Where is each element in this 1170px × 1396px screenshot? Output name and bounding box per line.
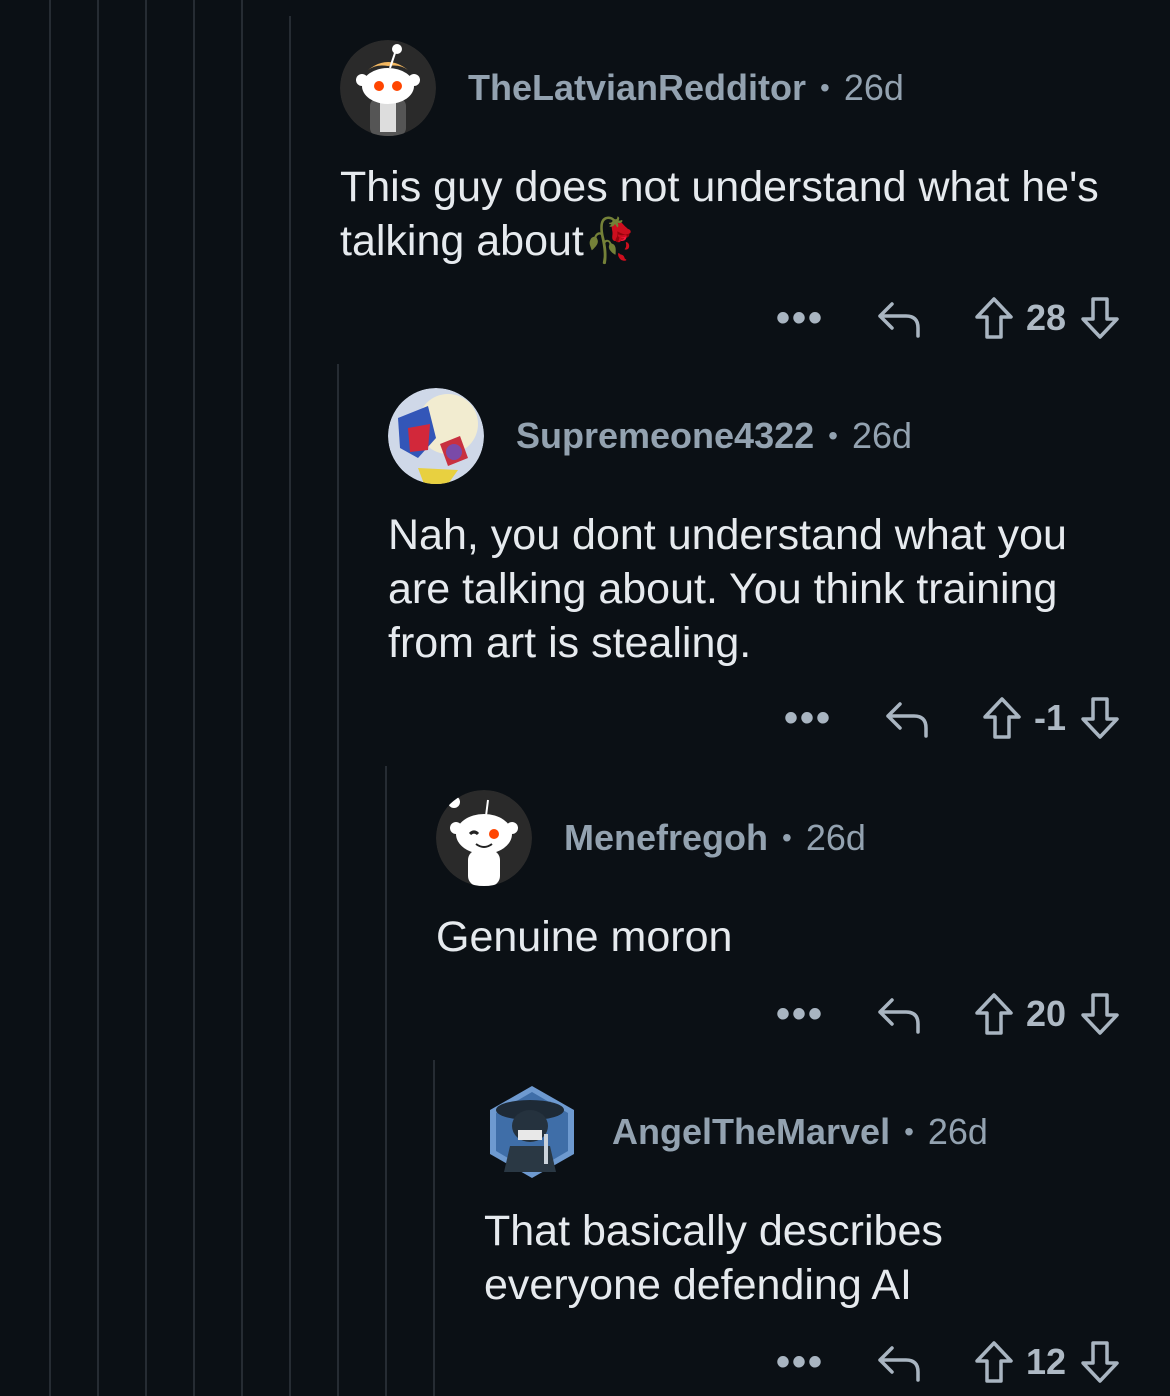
reply-icon[interactable] [876,1342,922,1382]
downvote-icon[interactable] [1080,992,1120,1036]
thread-line [337,364,339,1396]
username[interactable]: Menefregoh [564,817,768,859]
reply-icon[interactable] [876,994,922,1034]
comment-meta: AngelTheMarvel • 26d [612,1111,988,1153]
separator-dot: • [828,420,838,451]
thread-line [433,1060,435,1396]
more-options-icon[interactable]: ••• [784,698,832,738]
comment-body: Nah, you dont understand what you are ta… [388,508,1128,670]
comment-header: TheLatvianRedditor • 26d [340,40,904,136]
thread-line [193,0,195,1396]
comment-body: This guy does not understand what he's t… [340,160,1120,268]
vote-score: 12 [1025,1341,1066,1382]
thread-line [97,0,99,1396]
upvote-icon[interactable] [974,992,1014,1036]
comment-age: 26d [843,67,904,108]
downvote-icon[interactable] [1080,1340,1120,1384]
wilted-rose-emoji: 🥀 [583,217,638,265]
downvote-icon[interactable] [1080,296,1120,340]
reply-icon[interactable] [876,298,922,338]
comment-text: Nah, you dont understand what you are ta… [388,511,1067,667]
snoo-avatar-icon[interactable] [340,40,436,136]
alien-avatar-icon[interactable] [484,1084,580,1180]
thread-line [145,0,147,1396]
comment-actions: ••• 28 [776,296,1120,340]
comment-text: This guy does not understand what he's t… [340,163,1099,265]
more-options-icon[interactable]: ••• [776,298,824,338]
username[interactable]: Supremeone4322 [516,415,814,457]
comment-age: 26d [927,1111,988,1152]
reply-icon[interactable] [884,698,930,738]
thread-line [385,766,387,1396]
downvote-icon[interactable] [1080,696,1120,740]
comment-body: Genuine moron [436,910,1116,964]
separator-dot: • [782,822,792,853]
thread-line [289,16,291,1396]
username[interactable]: TheLatvianRedditor [468,67,806,109]
thread-line [241,0,243,1396]
vote-score: 28 [1025,297,1066,338]
comment-age: 26d [851,415,913,456]
more-options-icon[interactable]: ••• [776,1342,824,1382]
comment-actions: ••• 20 [776,992,1120,1036]
comment-body: That basically describes everyone defend… [484,1204,1044,1312]
anime-avatar-icon[interactable] [388,388,484,484]
comment-header: Menefregoh • 26d [436,790,866,886]
upvote-icon[interactable] [982,696,1022,740]
comment-meta: Menefregoh • 26d [564,817,866,859]
comment-actions: ••• 12 [776,1340,1120,1384]
thread-line [49,0,51,1396]
vote-score: -1 [1033,697,1066,738]
upvote-icon[interactable] [974,1340,1014,1384]
snoo-avatar-icon[interactable] [436,790,532,886]
upvote-icon[interactable] [974,296,1014,340]
vote-score: 20 [1025,993,1066,1034]
comment-header: Supremeone4322 • 26d [388,388,912,484]
comment-meta: TheLatvianRedditor • 26d [468,67,904,109]
comment-text: Genuine moron [436,913,733,961]
more-options-icon[interactable]: ••• [776,994,824,1034]
comment-text: That basically describes everyone defend… [484,1207,943,1309]
separator-dot: • [820,72,830,103]
separator-dot: • [904,1116,914,1147]
comment-meta: Supremeone4322 • 26d [516,415,912,457]
comment-age: 26d [805,817,866,858]
comment-actions: ••• -1 [784,696,1120,740]
username[interactable]: AngelTheMarvel [612,1111,890,1153]
comment-header: AngelTheMarvel • 26d [484,1084,988,1180]
